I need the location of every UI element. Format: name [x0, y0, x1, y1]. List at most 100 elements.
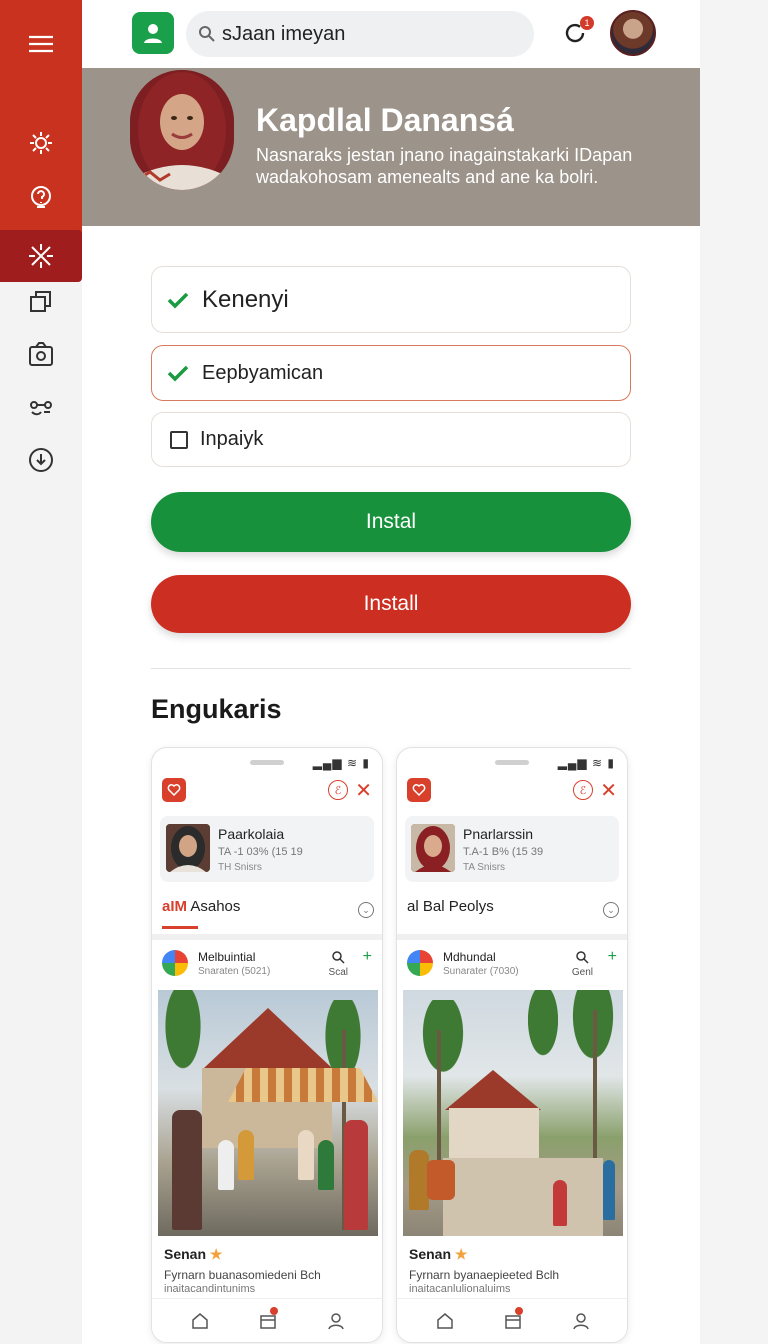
home-icon[interactable] [435, 1311, 455, 1331]
instal-button[interactable]: Instal [151, 492, 631, 552]
phone-preview-2[interactable]: ▂▄▆ ≋ ▮ ℰ ✕ Pnarlarssin T.A-1 B% (15 39 … [396, 747, 628, 1343]
checkbox-empty[interactable] [170, 430, 188, 449]
rail-item-tools[interactable] [0, 230, 82, 282]
status-icons: ▂▄▆ ≋ ▮ [557, 756, 615, 770]
mini-profile-photo [411, 824, 455, 872]
bottom-nav [397, 1298, 627, 1342]
download-icon [29, 448, 53, 472]
notification-badge: 1 [580, 16, 594, 30]
option-2-label: Eepbyamican [202, 361, 324, 384]
post-author: Melbuintial [198, 950, 256, 964]
plus-icon[interactable]: + [608, 948, 617, 966]
profile-icon[interactable] [326, 1311, 346, 1331]
close-icon[interactable]: ✕ [355, 778, 372, 803]
heart-app-icon[interactable] [162, 778, 186, 802]
heart-app-icon[interactable] [407, 778, 431, 802]
mini-profile-sub: TH Snisrs [218, 862, 262, 873]
nav-badge [515, 1307, 523, 1315]
profile-icon[interactable] [571, 1311, 591, 1331]
nav-badge [270, 1307, 278, 1315]
search-icon [576, 951, 589, 964]
post-header: Mdhundal Sunarater (7030) Genl + [407, 948, 619, 982]
post-subtitle: Snaraten (5021) [198, 966, 271, 977]
post-header: Melbuintial Snaraten (5021) Scal + [162, 948, 374, 982]
post-text: Fyrnarn byanaepieeted Bclh [409, 1268, 560, 1282]
gear-icon [30, 132, 52, 154]
notification-button[interactable]: 1 [560, 16, 594, 48]
mini-profile-stat: T.A-1 B% (15 39 [463, 846, 544, 858]
star-icon: ★ [209, 1246, 223, 1262]
post-action-label: Genl [571, 967, 593, 978]
mini-profile-photo [166, 824, 210, 872]
star-icon: ★ [454, 1246, 468, 1262]
separator [152, 934, 382, 940]
search-box[interactable] [186, 11, 534, 57]
info-icon[interactable]: ℰ [328, 780, 348, 800]
option-3[interactable]: Inpaiyk [151, 412, 631, 467]
link-icon [30, 401, 52, 416]
mini-profile-card[interactable]: Pnarlarssin T.A-1 B% (15 39 TA Snisrs [405, 816, 619, 882]
post-avatar[interactable] [407, 950, 433, 976]
rail-item-camera[interactable] [0, 328, 82, 380]
chevron-down-icon[interactable]: ⌄ [603, 902, 619, 918]
search-icon [332, 951, 345, 964]
top-bar: 1 [82, 0, 700, 68]
mini-profile-name: Pnarlarssin [463, 826, 534, 842]
rail-item-link[interactable] [0, 382, 82, 434]
tab-prefix: aIM [162, 898, 188, 915]
tab-row[interactable]: al Bal Peolys ⌄ [407, 898, 619, 924]
chevron-down-icon[interactable]: ⌄ [358, 902, 374, 918]
post-title: Senan ★ [409, 1246, 467, 1263]
post-subtitle: Sunarater (7030) [443, 966, 519, 977]
search-input[interactable] [222, 22, 522, 46]
profile-header: Kapdlal Danansá Nasnaraks jestan jnano i… [82, 68, 700, 226]
option-1[interactable]: Kenenyi [151, 266, 631, 333]
user-icon [144, 24, 162, 43]
mini-profile-stat: TA -1 03% (15 19 [218, 846, 303, 858]
mini-profile-name: Paarkolaia [218, 826, 285, 842]
close-icon[interactable]: ✕ [600, 778, 617, 803]
post-photo[interactable]: ⌄ [403, 990, 623, 1236]
profile-photo [130, 70, 234, 190]
check-icon [167, 292, 189, 308]
post-search-action[interactable]: Genl [572, 950, 593, 978]
option-2[interactable]: Eepbyamican [151, 345, 631, 401]
rail-item-download[interactable] [0, 434, 82, 486]
tab-label: aIM Asahos [162, 898, 240, 915]
post-avatar[interactable] [162, 950, 188, 976]
profile-description: Nasnaraks jestan jnano inagainstakarki I… [256, 145, 633, 187]
plus-icon[interactable]: + [363, 948, 372, 966]
tab-underline [162, 926, 198, 929]
phone-preview-1[interactable]: ▂▄▆ ≋ ▮ ℰ ✕ Paarkolaia TA -1 03% (15 19 … [151, 747, 383, 1343]
post-text-secondary: inaitacanlulionaluims [409, 1283, 511, 1295]
menu-icon [29, 35, 53, 53]
post-text: Fyrnarn buanasomiedeni Bch [164, 1268, 321, 1282]
post-photo[interactable]: ⌄ [158, 990, 378, 1236]
mini-profile-card[interactable]: Paarkolaia TA -1 03% (15 19 TH Snisrs [160, 816, 374, 882]
option-3-label: Inpaiyk [200, 428, 264, 450]
info-icon[interactable]: ℰ [573, 780, 593, 800]
rail-item-settings[interactable] [0, 118, 82, 170]
tab-row[interactable]: aIM Asahos ⌄ [162, 898, 374, 929]
rail-item-copy[interactable] [0, 276, 82, 328]
post-text-secondary: inaitacandintunims [164, 1283, 256, 1295]
section-title: Engukaris [151, 694, 282, 724]
avatar[interactable] [610, 10, 656, 56]
post-title: Senan ★ [164, 1246, 222, 1263]
left-rail [0, 0, 82, 1344]
install-button[interactable]: Install [151, 575, 631, 633]
app-logo[interactable] [132, 12, 174, 54]
option-1-label: Kenenyi [202, 285, 289, 313]
profile-name: Kapdlal Danansá [256, 102, 514, 138]
rail-item-help[interactable] [0, 172, 82, 224]
post-search-action[interactable]: Scal [329, 950, 348, 978]
copy-icon [30, 291, 51, 312]
status-icons: ▂▄▆ ≋ ▮ [312, 756, 370, 770]
post-title-text: Senan [409, 1246, 452, 1262]
menu-button[interactable] [0, 18, 82, 70]
search-icon [199, 26, 215, 42]
home-icon[interactable] [190, 1311, 210, 1331]
post-author: Mdhundal [443, 950, 496, 964]
post-action-label: Scal [328, 967, 348, 978]
post-title-text: Senan [164, 1246, 207, 1262]
